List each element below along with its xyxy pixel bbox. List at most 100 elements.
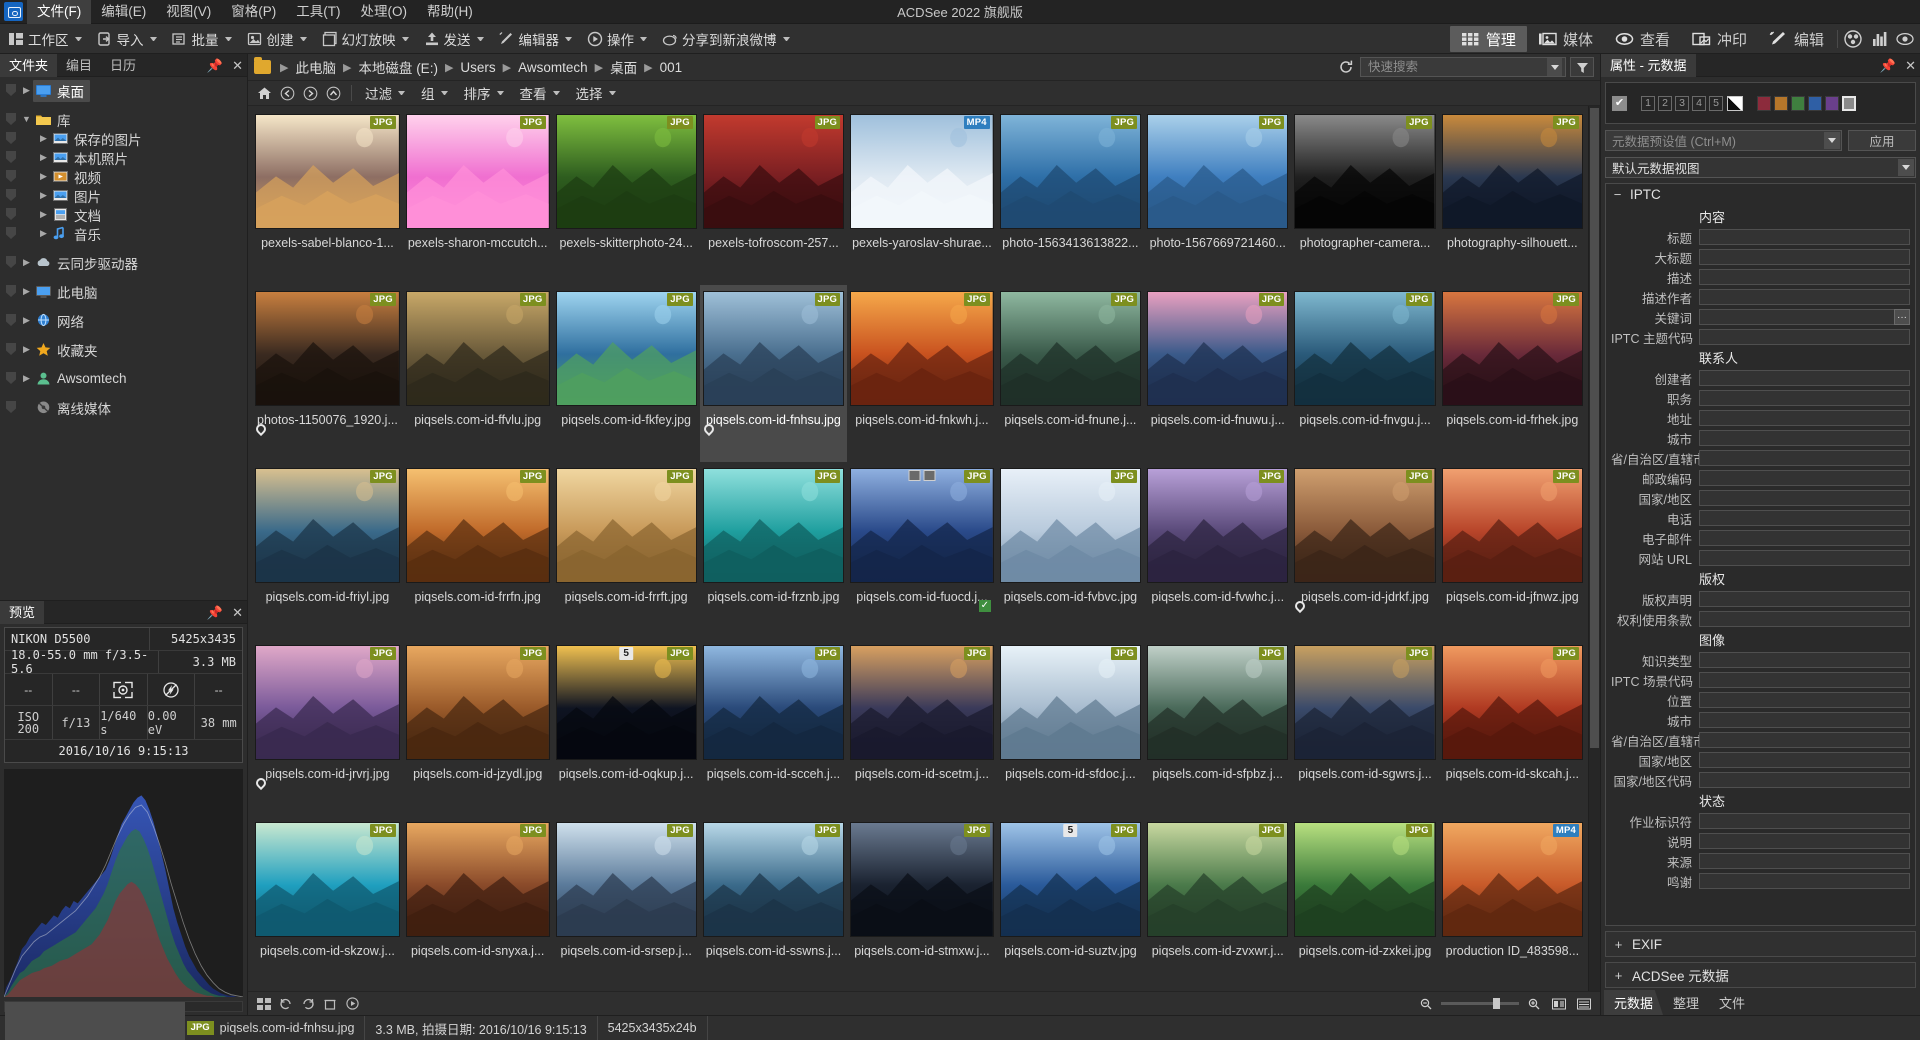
properties-tab-0[interactable]: 元数据 xyxy=(1604,990,1664,1015)
thumbnail-cell[interactable]: JPG piqsels.com-id-jrvrj.jpg xyxy=(252,639,403,816)
thumbnail-cell[interactable]: JPG piqsels.com-id-fvbvc.jpg xyxy=(997,462,1144,639)
pin-icon[interactable]: 📌 xyxy=(207,54,223,77)
tree-node-13[interactable]: 离线媒体 xyxy=(0,398,247,417)
thumbnail-cell[interactable]: JPG piqsels.com-id-sfdoc.j... xyxy=(997,639,1144,816)
mode-tab-print[interactable]: 冲印 xyxy=(1681,26,1758,52)
mode-tab-edit[interactable]: 编辑 xyxy=(1758,26,1835,52)
rating-2-button[interactable]: 2 xyxy=(1658,95,1672,111)
metadata-field-input[interactable] xyxy=(1699,652,1910,668)
forward-icon[interactable] xyxy=(299,83,321,103)
thumbnail-cell[interactable]: JPG piqsels.com-id-frznb.jpg xyxy=(700,462,847,639)
toolbar-send[interactable]: 发送 xyxy=(420,27,495,51)
thumbnail-cell[interactable]: JPG piqsels.com-id-stmxw.j... xyxy=(847,816,997,991)
funnel-icon[interactable] xyxy=(1570,57,1594,77)
filter-1[interactable]: 组 xyxy=(415,81,458,105)
metadata-preset-select[interactable]: 元数据预设值 (Ctrl+M) xyxy=(1605,130,1842,151)
thumbnail-cell[interactable]: JPG piqsels.com-id-snyxa.j... xyxy=(403,816,553,991)
properties-pin-icon[interactable]: 📌 xyxy=(1880,54,1896,77)
metadata-field-input[interactable] xyxy=(1699,833,1910,849)
rating-check-icon[interactable]: ✔ xyxy=(1612,95,1627,111)
color-wheel-icon[interactable] xyxy=(1840,26,1866,52)
filter-4[interactable]: 选择 xyxy=(570,81,626,105)
metadata-input[interactable] xyxy=(1700,815,1909,829)
breadcrumb-part-4[interactable]: 桌面 xyxy=(608,57,639,77)
metadata-input[interactable] xyxy=(1700,835,1909,849)
toolbar-weibo-share[interactable]: 分享到新浪微博 xyxy=(658,27,801,51)
menu-item-0[interactable]: 文件(F) xyxy=(27,0,92,24)
metadata-field-input[interactable] xyxy=(1699,752,1910,768)
expand-plus-icon[interactable]: + xyxy=(1613,937,1624,952)
metadata-field-input[interactable] xyxy=(1699,470,1910,486)
metadata-input[interactable] xyxy=(1700,412,1909,426)
preview-pin-icon[interactable]: 📌 xyxy=(207,601,223,624)
thumbnail-cell[interactable]: JPG piqsels.com-id-fnhsu.jpg xyxy=(699,285,848,462)
zoom-track[interactable] xyxy=(1441,998,1519,1009)
thumbnail-cell[interactable]: JPG piqsels.com-id-fnkwh.j... xyxy=(847,285,997,462)
chevron-down-icon[interactable] xyxy=(401,36,409,41)
chevron-down-icon[interactable] xyxy=(496,91,504,95)
metadata-input[interactable] xyxy=(1700,271,1909,285)
rating-1-button[interactable]: 1 xyxy=(1641,95,1655,111)
tree-node-7[interactable]: ▶ 音乐 xyxy=(0,224,247,243)
color-label-0[interactable] xyxy=(1757,95,1771,111)
thumbnail-cell[interactable]: MP4 pexels-yaroslav-shurae... xyxy=(847,108,997,285)
up-icon[interactable] xyxy=(322,83,344,103)
thumbnail-cell[interactable]: JPG piqsels.com-id-friyl.jpg xyxy=(252,462,403,639)
breadcrumb-part-5[interactable]: 001 xyxy=(658,60,685,75)
sidebar-tab-1[interactable]: 编目 xyxy=(57,54,101,77)
metadata-input[interactable] xyxy=(1700,734,1909,748)
thumbnail-cell[interactable]: JPG photography-silhouett... xyxy=(1439,108,1586,285)
tree-node-4[interactable]: ▶ 视频 xyxy=(0,167,247,186)
metadata-input[interactable] xyxy=(1700,593,1909,607)
metadata-input[interactable] xyxy=(1700,654,1909,668)
thumbnail-cell[interactable]: JPG piqsels.com-id-scceh.j... xyxy=(700,639,847,816)
toolbar-import[interactable]: 导入 xyxy=(93,27,168,51)
metadata-input[interactable] xyxy=(1700,452,1909,466)
chevron-right-icon[interactable]: ▶ xyxy=(20,81,33,100)
thumbnail-cell[interactable]: JPG piqsels.com-id-fnuwu.j... xyxy=(1144,285,1291,462)
thumbnail-cell[interactable]: JPG piqsels.com-id-skcah.j... xyxy=(1439,639,1586,816)
rotate-right-icon[interactable] xyxy=(298,995,318,1013)
mode-tab-grid[interactable]: 管理 xyxy=(1449,26,1527,52)
metadata-input[interactable] xyxy=(1700,291,1909,305)
collapsed-section-0[interactable]: + EXIF xyxy=(1605,931,1916,957)
metadata-field-input[interactable] xyxy=(1699,289,1910,305)
metadata-field-input[interactable] xyxy=(1699,229,1910,245)
metadata-input[interactable] xyxy=(1700,231,1909,245)
thumbnail-cell[interactable]: JPG pexels-skitterphoto-24... xyxy=(553,108,700,285)
metadata-field-input[interactable] xyxy=(1699,490,1910,506)
metadata-field-input[interactable] xyxy=(1699,510,1910,526)
chevron-down-icon[interactable] xyxy=(224,36,232,41)
chevron-down-icon[interactable] xyxy=(782,36,790,41)
tree-node-1[interactable]: ▼ 库 xyxy=(0,110,247,129)
play-icon[interactable] xyxy=(342,995,362,1013)
thumbnail-cell[interactable]: JPG photo-1567669721460... xyxy=(1144,108,1291,285)
thumbnail-cell[interactable]: JPG 5 piqsels.com-id-oqkup.j... xyxy=(553,639,700,816)
histogram-icon[interactable] xyxy=(1866,26,1892,52)
toolbar-batch[interactable]: 批量 xyxy=(168,27,243,51)
thumbnail-cell[interactable]: JPG piqsels.com-id-ffvlu.jpg xyxy=(403,285,553,462)
metadata-input[interactable] xyxy=(1700,432,1909,446)
chevron-right-icon[interactable]: ▶ xyxy=(20,369,33,388)
toolbar-create[interactable]: 创建 xyxy=(243,27,318,51)
zoom-knob[interactable] xyxy=(1493,998,1500,1009)
thumbnail-cell[interactable]: JPG piqsels.com-id-fnvgu.j... xyxy=(1291,285,1438,462)
thumbnail-cell[interactable]: JPG pexels-sharon-mccutch... xyxy=(403,108,553,285)
menu-item-3[interactable]: 窗格(P) xyxy=(221,0,286,24)
chevron-down-icon[interactable] xyxy=(149,36,157,41)
metadata-field-input[interactable] xyxy=(1699,550,1910,566)
tab-properties-metadata[interactable]: 属性 - 元数据 xyxy=(1601,53,1696,77)
folder-tree[interactable]: ▶ 桌面 ▼ 库 ▶ 保存的图片 ▶ 本机照片 ▶ 视频 ▶ 图片 ▶ 文档 ▶ 音乐 ▶ 云同步驱动器 ▶ 此电脑 ▶… xyxy=(0,77,247,600)
metadata-field-input[interactable] xyxy=(1699,430,1910,446)
no-rating-icon[interactable] xyxy=(1727,95,1743,111)
thumbnail-cell[interactable]: JPG piqsels.com-id-scetm.j... xyxy=(847,639,997,816)
menu-item-6[interactable]: 帮助(H) xyxy=(417,0,483,24)
thumbnail-cell[interactable]: JPG piqsels.com-id-sgwrs.j... xyxy=(1291,639,1438,816)
thumbnail-cell[interactable]: JPG ✓ piqsels.com-id-fuocd.j... xyxy=(847,462,997,639)
chevron-down-icon[interactable] xyxy=(1824,132,1840,149)
chevron-right-icon[interactable]: ▶ xyxy=(37,148,50,167)
zoom-in-icon[interactable] xyxy=(1524,995,1544,1013)
toolbar-actions[interactable]: 操作 xyxy=(583,27,658,51)
mode-tab-eye[interactable]: 查看 xyxy=(1604,26,1681,52)
thumbnail-cell[interactable]: JPG piqsels.com-id-jdrkf.jpg xyxy=(1291,462,1438,639)
